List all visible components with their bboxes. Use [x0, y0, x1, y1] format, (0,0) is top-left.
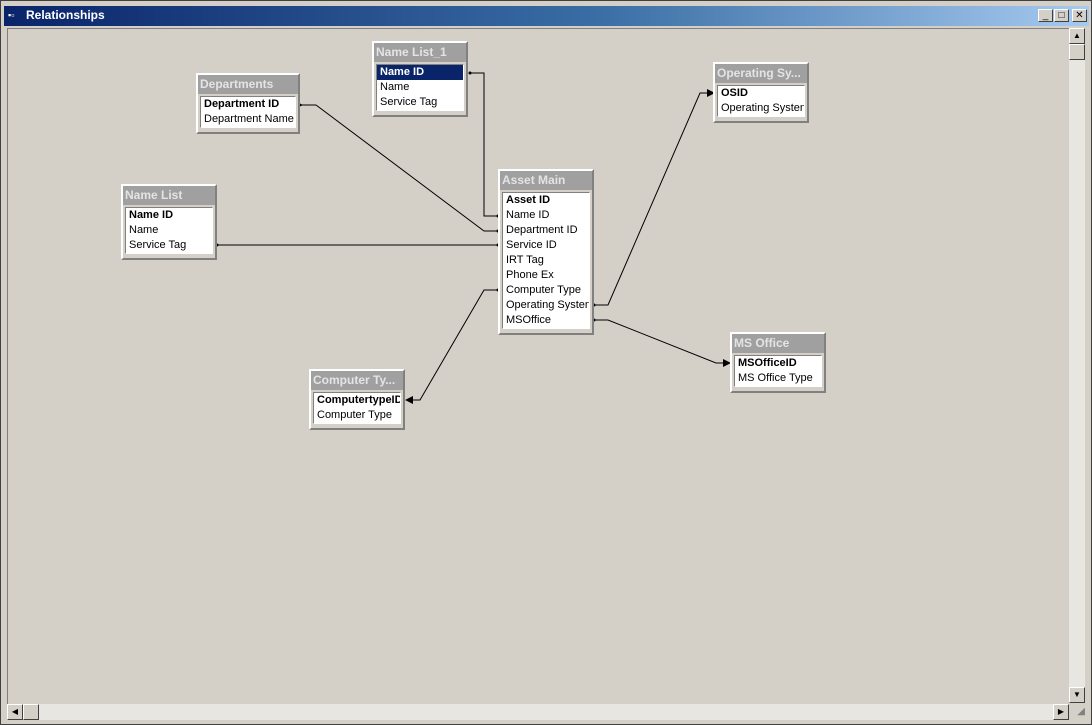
table-title[interactable]: Asset Main — [500, 171, 592, 190]
field-list: Asset ID Name ID Department ID Service I… — [502, 192, 590, 329]
field-department-id[interactable]: Department ID — [201, 97, 295, 112]
horizontal-scrollbar[interactable]: ◀ ▶ — [7, 704, 1069, 720]
scroll-down-button[interactable]: ▼ — [1069, 687, 1085, 703]
scroll-left-button[interactable]: ◀ — [7, 704, 23, 720]
table-ms-office[interactable]: MS Office MSOfficeID MS Office Type — [730, 332, 826, 393]
field-asset-id[interactable]: Asset ID — [503, 193, 589, 208]
table-name-list-1[interactable]: Name List_1 Name ID Name Service Tag — [372, 41, 468, 117]
field-list: Department ID Department Name — [200, 96, 296, 128]
field-list: MSOfficeID MS Office Type — [734, 355, 822, 387]
maximize-icon: □ — [1058, 10, 1065, 21]
field-irt-tag[interactable]: IRT Tag — [503, 253, 589, 268]
field-phone-ex[interactable]: Phone Ex — [503, 268, 589, 283]
field-list: OSID Operating Systen — [717, 85, 805, 117]
field-list: Name ID Name Service Tag — [125, 207, 213, 254]
minimize-button[interactable]: _ — [1038, 9, 1053, 22]
scroll-right-button[interactable]: ▶ — [1053, 704, 1069, 720]
field-service-tag[interactable]: Service Tag — [126, 238, 212, 253]
window-title: Relationships — [26, 8, 105, 22]
field-osid[interactable]: OSID — [718, 86, 804, 101]
field-service-id[interactable]: Service ID — [503, 238, 589, 253]
triangle-right-icon: ▶ — [1057, 707, 1065, 716]
triangle-left-icon: ◀ — [11, 707, 19, 716]
field-service-tag[interactable]: Service Tag — [377, 95, 463, 110]
resize-grip-icon[interactable]: ◢ — [1069, 704, 1085, 720]
field-name-id[interactable]: Name ID — [377, 65, 463, 80]
table-departments[interactable]: Departments Department ID Department Nam… — [196, 73, 300, 134]
close-button[interactable]: ✕ — [1072, 9, 1087, 22]
table-name-list[interactable]: Name List Name ID Name Service Tag — [121, 184, 217, 260]
table-title[interactable]: Operating Sy... — [715, 64, 807, 83]
field-operating-system[interactable]: Operating Systen — [503, 298, 589, 313]
table-title[interactable]: Name List — [123, 186, 215, 205]
field-department-name[interactable]: Department Name — [201, 112, 295, 127]
field-name[interactable]: Name — [377, 80, 463, 95]
field-ms-office-type[interactable]: MS Office Type — [735, 371, 821, 386]
triangle-up-icon: ▲ — [1073, 31, 1081, 40]
relationship-canvas[interactable] — [7, 28, 1070, 704]
table-computer-type[interactable]: Computer Ty... ComputertypeID Computer T… — [309, 369, 405, 430]
field-computer-type[interactable]: Computer Type — [314, 408, 400, 423]
table-operating-systems[interactable]: Operating Sy... OSID Operating Systen — [713, 62, 809, 123]
vertical-scroll-thumb[interactable] — [1069, 44, 1085, 60]
field-name[interactable]: Name — [126, 223, 212, 238]
table-title[interactable]: Departments — [198, 75, 298, 94]
field-msoffice[interactable]: MSOffice — [503, 313, 589, 328]
table-asset-main[interactable]: Asset Main Asset ID Name ID Department I… — [498, 169, 594, 335]
field-computer-type[interactable]: Computer Type — [503, 283, 589, 298]
window-menu-icon[interactable]: ▪▫ — [8, 10, 21, 21]
scroll-up-button[interactable]: ▲ — [1069, 28, 1085, 44]
table-title[interactable]: Name List_1 — [374, 43, 466, 62]
minimize-icon: _ — [1042, 10, 1049, 21]
field-computertype-id[interactable]: ComputertypeID — [314, 393, 400, 408]
table-title[interactable]: MS Office — [732, 334, 824, 353]
field-list: Name ID Name Service Tag — [376, 64, 464, 111]
field-msoffice-id[interactable]: MSOfficeID — [735, 356, 821, 371]
close-icon: ✕ — [1075, 10, 1084, 21]
horizontal-scroll-thumb[interactable] — [23, 704, 39, 720]
table-title[interactable]: Computer Ty... — [311, 371, 403, 390]
vertical-scrollbar[interactable]: ▲ ▼ — [1069, 28, 1085, 703]
relationships-window: ▪▫ Relationships _ □ ✕ ▲ ▼ ◀ ▶ ◢ — [0, 0, 1092, 725]
field-operating-system[interactable]: Operating Systen — [718, 101, 804, 116]
triangle-down-icon: ▼ — [1073, 690, 1081, 699]
field-name-id[interactable]: Name ID — [126, 208, 212, 223]
field-name-id[interactable]: Name ID — [503, 208, 589, 223]
field-department-id[interactable]: Department ID — [503, 223, 589, 238]
maximize-button[interactable]: □ — [1054, 9, 1069, 22]
title-bar[interactable]: ▪▫ Relationships _ □ ✕ — [4, 6, 1089, 26]
field-list: ComputertypeID Computer Type — [313, 392, 401, 424]
